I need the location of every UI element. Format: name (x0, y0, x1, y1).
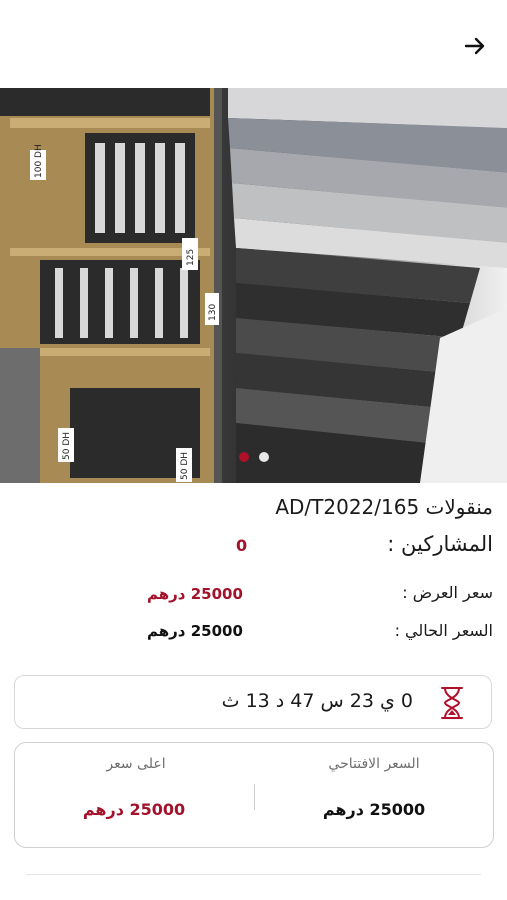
arrow-right-icon (464, 37, 485, 55)
bids-edge-divider (14, 784, 15, 806)
bottom-divider (26, 874, 481, 875)
participants-label: المشاركين : (387, 532, 493, 556)
highest-price-value: 25000 درهم (82, 800, 186, 819)
lot-photo: 100 DH 125 130 50 DH 50 DH (0, 88, 507, 483)
participants-count: 0 (236, 536, 248, 555)
opening-price-label: السعر الافتتاحي (328, 756, 420, 772)
gallery-pagination (0, 452, 507, 462)
bids-divider (254, 784, 255, 810)
current-price-label: السعر الحالي : (394, 621, 493, 640)
back-button[interactable] (459, 30, 491, 62)
top-bar (0, 0, 507, 88)
offer-price-value: 25000 درهم (147, 585, 243, 603)
countdown-card: 0 ي 23 س 47 د 13 ث (14, 675, 492, 729)
current-price-value: 25000 درهم (147, 622, 243, 640)
lot-image-gallery[interactable]: 100 DH 125 130 50 DH 50 DH (0, 88, 507, 483)
tag-100dh: 100 DH (34, 144, 44, 178)
lot-title: منقولات AD/T2022/165 (275, 495, 493, 519)
hourglass-icon (441, 687, 463, 719)
tag-125: 125 (186, 249, 196, 266)
countdown-text: 0 ي 23 س 47 د 13 ث (221, 690, 413, 712)
gallery-dot-active[interactable] (238, 452, 249, 462)
highest-price-label: اعلى سعر (106, 756, 166, 772)
tag-130: 130 (208, 304, 218, 321)
offer-price-label: سعر العرض : (402, 583, 493, 602)
opening-price-value: 25000 درهم (322, 800, 426, 819)
gallery-dot[interactable] (258, 452, 269, 462)
